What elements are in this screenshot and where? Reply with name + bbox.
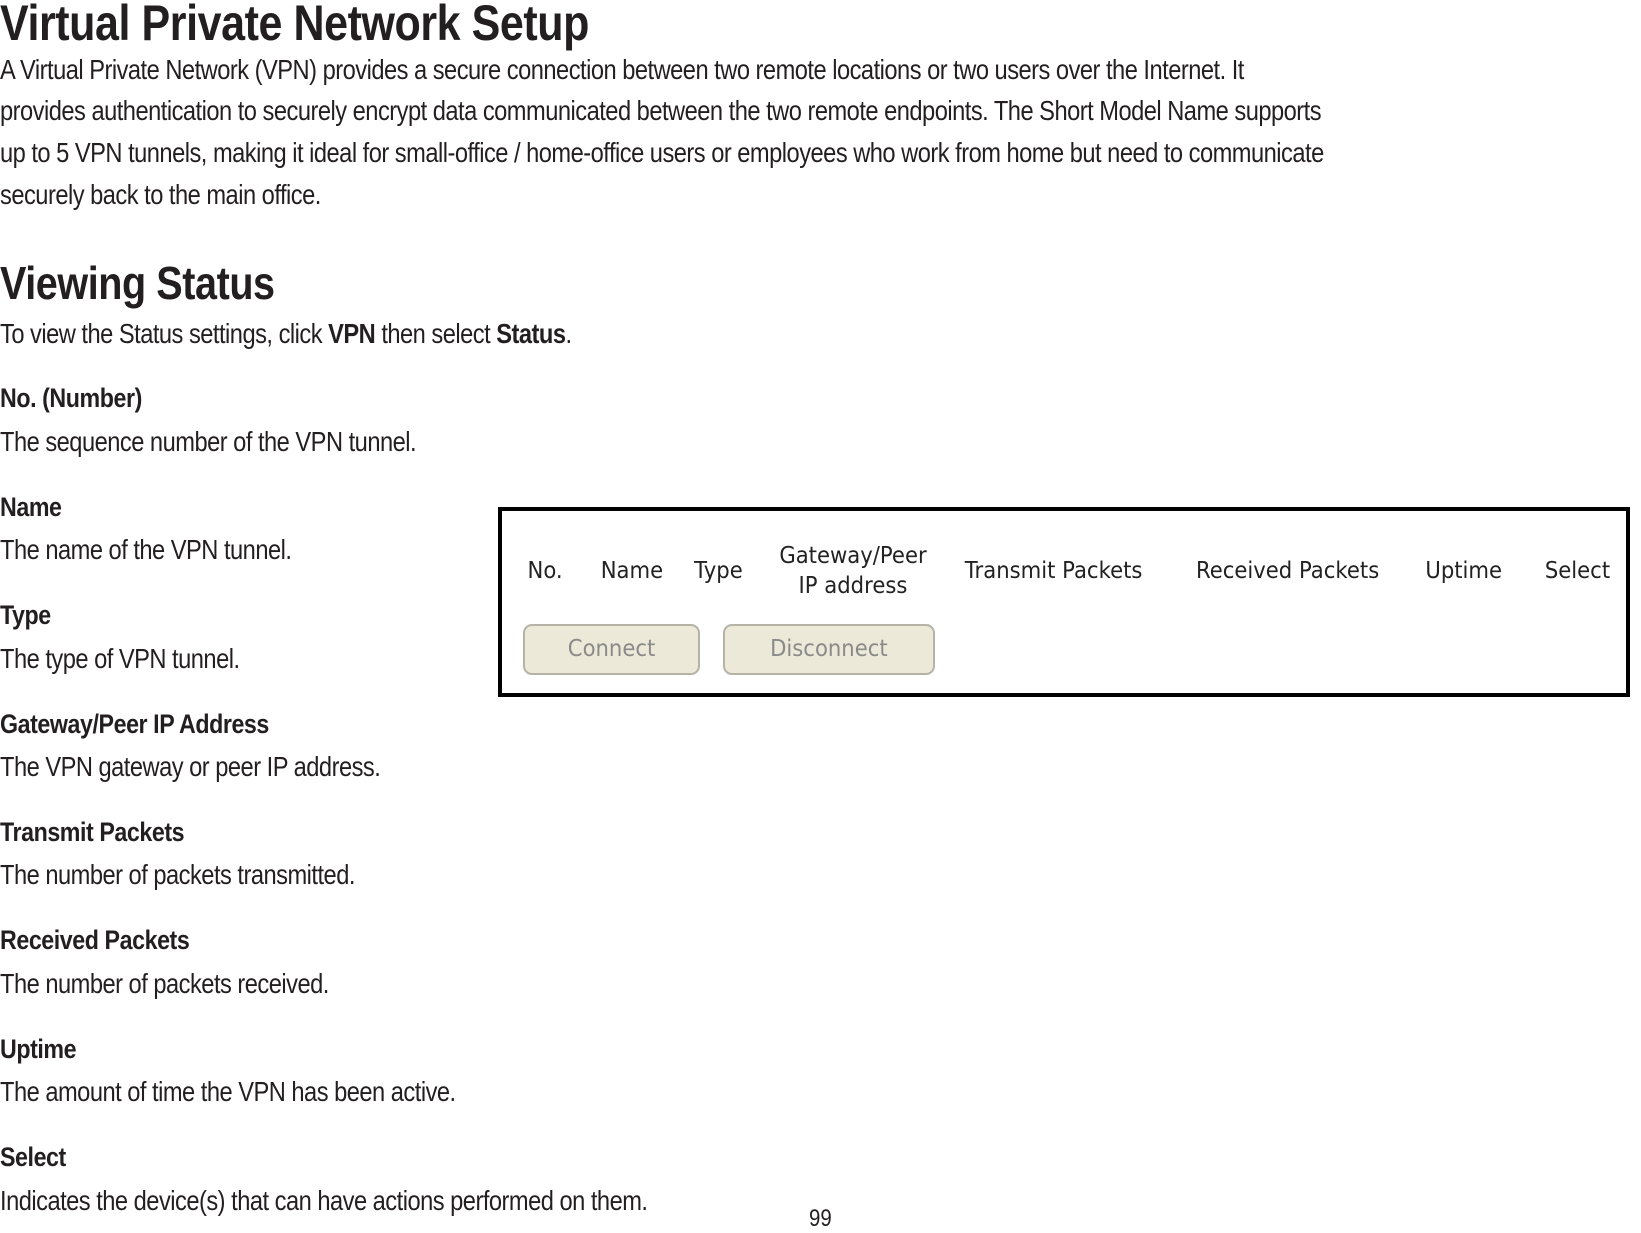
column-header-no: No. (527, 558, 563, 584)
column-header-received-packets: Received Packets (1195, 558, 1380, 584)
definition-term: Gateway/Peer IP Address (0, 709, 269, 739)
disconnect-button[interactable]: Disconnect (723, 624, 935, 675)
column-header-gateway: Gateway/Peer IP address (775, 541, 931, 601)
definition-term: No. (Number) (0, 383, 142, 413)
column-header-transmit-packets: Transmit Packets (964, 558, 1143, 584)
intro-line: provides authentication to securely encr… (0, 95, 1322, 126)
definition-description: Indicates the device(s) that can have ac… (0, 1185, 648, 1216)
column-header-uptime: Uptime (1425, 558, 1503, 584)
definition-term: Received Packets (0, 925, 190, 955)
instruction-suffix: . (565, 318, 573, 349)
intro-line: up to 5 VPN tunnels, making it ideal for… (0, 137, 1324, 168)
column-header-name: Name (600, 558, 664, 584)
definition-description: The number of packets transmitted. (0, 859, 355, 890)
vpn-status-panel: No. Name Type Gateway/Peer IP address Tr… (498, 507, 1630, 697)
column-header-select: Select (1544, 558, 1611, 584)
definition-description: The sequence number of the VPN tunnel. (0, 426, 417, 457)
column-header-gateway-line1: Gateway/Peer (779, 543, 927, 569)
page-title: Virtual Private Network Setup (0, 0, 589, 51)
definition-term: Select (0, 1142, 66, 1172)
definition-description: The VPN gateway or peer IP address. (0, 751, 381, 782)
menu-item-status: Status (496, 318, 566, 349)
section-title: Viewing Status (0, 257, 275, 309)
page-number: 99 (809, 1205, 832, 1232)
definition-term: Transmit Packets (0, 817, 185, 847)
definition-description: The type of VPN tunnel. (0, 643, 240, 674)
intro-line: A Virtual Private Network (VPN) provides… (0, 54, 1244, 85)
column-header-gateway-line2: IP address (798, 573, 908, 599)
definition-description: The name of the VPN tunnel. (0, 534, 292, 565)
intro-line: securely back to the main office. (0, 179, 321, 210)
definition-description: The amount of time the VPN has been acti… (0, 1076, 456, 1107)
definition-term: Uptime (0, 1034, 77, 1064)
instruction-text: To view the Status settings, click VPN t… (0, 318, 572, 350)
connect-button-label: Connect (567, 636, 656, 662)
instruction-prefix: To view the Status settings, click (0, 318, 329, 349)
definition-term: Type (0, 600, 51, 630)
disconnect-button-label: Disconnect (770, 636, 888, 662)
definition-term: Name (0, 492, 62, 522)
instruction-middle: then select (375, 318, 497, 349)
connect-button[interactable]: Connect (523, 624, 700, 675)
column-header-type: Type (694, 558, 743, 584)
menu-name-vpn: VPN (328, 318, 376, 349)
definition-description: The number of packets received. (0, 968, 329, 999)
